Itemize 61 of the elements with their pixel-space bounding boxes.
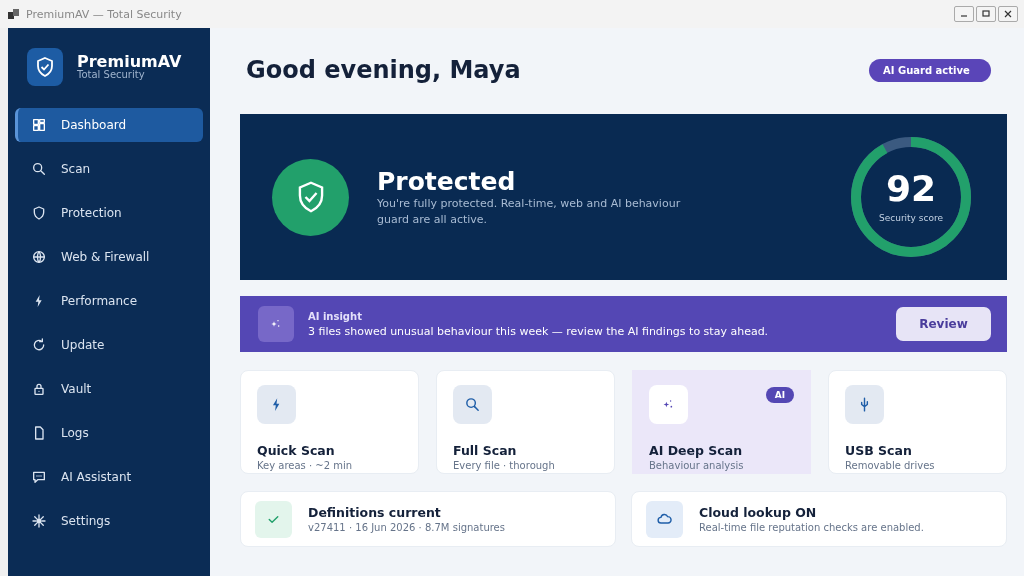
maximize-button[interactable] (976, 6, 996, 22)
greeting-heading: Good evening, Maya (246, 56, 521, 84)
search-icon (31, 161, 47, 177)
scan-card[interactable]: USB Scan Removable drives (828, 370, 1007, 474)
scan-card[interactable]: Full Scan Every file · thorough (436, 370, 615, 474)
shield-logo-icon (27, 48, 63, 86)
close-icon (1003, 9, 1013, 19)
status-title: Protected (377, 167, 517, 197)
nav-item[interactable]: Protection (15, 196, 203, 230)
sparkle-icon (649, 385, 688, 424)
shield-icon (31, 205, 47, 221)
lock-icon (31, 381, 47, 397)
info-title: Definitions current (308, 505, 442, 520)
lightning-icon (257, 385, 296, 424)
scan-title: Full Scan (453, 443, 518, 458)
nav-item[interactable]: Logs (15, 416, 203, 450)
scan-card[interactable]: Quick Scan Key areas · ~2 min (240, 370, 419, 474)
scan-subtitle: Every file · thorough (453, 460, 556, 471)
info-subtitle: Real-time file reputation checks are enabled. (699, 522, 924, 533)
gear-icon (31, 513, 47, 529)
brand-name: PremiumAV (77, 54, 182, 70)
refresh-icon (31, 337, 47, 353)
scan-title: USB Scan (845, 443, 913, 458)
globe-icon (31, 249, 47, 265)
insight-title: AI insight (308, 310, 363, 322)
status-message: You're fully protected. Real-time, web and AI behaviour guard are all active. (377, 196, 682, 227)
info-subtitle: v27411 · 16 Jun 2026 · 8.7M signatures (308, 522, 505, 533)
scan-subtitle: Key areas · ~2 min (257, 460, 354, 471)
grid-icon (31, 117, 47, 133)
ai-badge: AI (765, 387, 794, 403)
nav-item[interactable]: Web & Firewall (15, 240, 203, 274)
scan-title: AI Deep Scan (649, 443, 744, 458)
search-icon (453, 385, 492, 424)
nav-item[interactable]: Settings (15, 504, 203, 538)
window-title: PremiumAV — Total Security (26, 7, 182, 21)
score-label: Security score (879, 213, 943, 223)
app-icon (8, 8, 20, 20)
cloud-icon (646, 500, 683, 538)
nav-item[interactable]: Performance (15, 284, 203, 318)
scan-card[interactable]: AI AI Deep Scan Behaviour analysis (632, 370, 811, 474)
nav-item[interactable]: Vault (15, 372, 203, 406)
sparkle-icon (258, 306, 294, 342)
close-button[interactable] (998, 6, 1018, 22)
nav-item[interactable]: Update (15, 328, 203, 362)
chat-icon (31, 469, 47, 485)
status-badge: AI Guard active (869, 58, 991, 82)
scan-subtitle: Behaviour analysis (649, 460, 745, 471)
nav-item[interactable]: Scan (15, 152, 203, 186)
nav-item[interactable]: Dashboard (15, 108, 203, 142)
info-title: Cloud lookup ON (699, 505, 818, 520)
review-button[interactable]: Review (896, 307, 991, 341)
check-icon (255, 500, 292, 538)
brand-tagline: Total Security (77, 70, 146, 80)
maximize-icon (981, 9, 991, 19)
security-score: 92 (885, 171, 937, 207)
usb-icon (845, 385, 884, 424)
minimize-button[interactable] (954, 6, 974, 22)
scan-subtitle: Removable drives (845, 460, 936, 471)
scan-title: Quick Scan (257, 443, 336, 458)
nav-item[interactable]: AI Assistant (15, 460, 203, 494)
insight-message: 3 files showed unusual behaviour this week — review the AI findings to stay ahead. (308, 324, 770, 338)
